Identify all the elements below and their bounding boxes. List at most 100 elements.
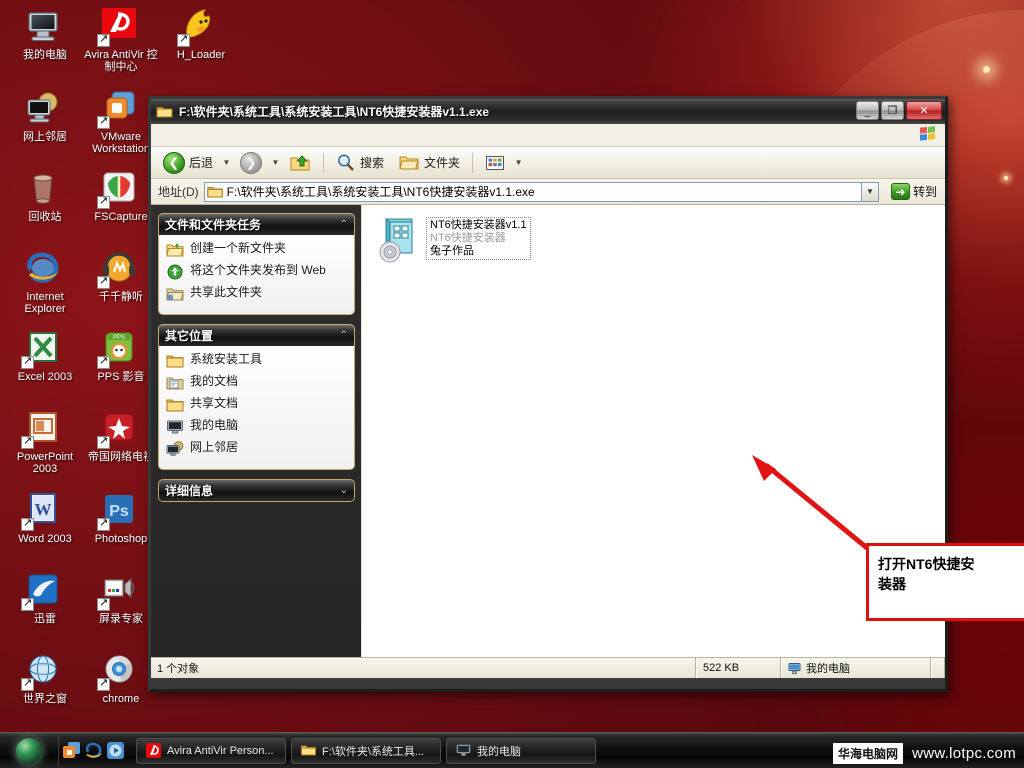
share-folder-icon (166, 286, 184, 302)
back-button[interactable]: ❮ 后退 (157, 148, 219, 178)
toolbar-separator-2 (472, 152, 474, 173)
task-link[interactable]: 共享此文件夹 (166, 285, 348, 302)
address-value: F:\软件夹\系统工具\系统安装工具\NT6快捷安装器v1.1.exe (226, 185, 535, 199)
recycle-bin-icon (23, 168, 67, 208)
my-computer-icon (166, 419, 184, 435)
desktop-icon-internet-explorer-icon[interactable]: Internet Explorer (6, 248, 84, 315)
file-name: NT6快捷安装器v1.1 (430, 219, 527, 231)
status-location-label: 我的电脑 (806, 663, 850, 675)
desktop-icon-network-places-icon[interactable]: 网上邻居 (6, 88, 84, 143)
ql-internet-explorer-icon[interactable] (84, 741, 103, 760)
up-button[interactable] (283, 149, 317, 177)
taskbar-item-label: Avira AntiVir Person... (167, 744, 274, 757)
taskbar-item-my-computer[interactable]: 我的电脑 (446, 737, 596, 764)
search-button[interactable]: 搜索 (330, 149, 390, 176)
status-bar: 1 个对象 522 KB 我的电脑 (151, 657, 945, 678)
status-object-count: 1 个对象 (151, 658, 696, 678)
shortcut-overlay-icon (21, 516, 34, 531)
task-group-header[interactable]: 详细信息 ⌄ (159, 480, 354, 501)
file-list-area[interactable]: NT6快捷安装器v1.1 NT6快捷安装器 兔子作品 打开NT6快捷安 装器 (361, 205, 1024, 657)
theworld-browser-icon (21, 650, 67, 691)
desktop-icon-my-computer-icon[interactable]: 我的电脑 (6, 6, 84, 61)
watermark: 华海电脑网 www.lotpc.com (833, 741, 1024, 765)
search-icon (336, 153, 356, 172)
file-description: NT6快捷安装器 (430, 232, 506, 244)
task-group-title: 文件和文件夹任务 (165, 218, 262, 232)
desktop-icon-powerpoint-icon[interactable]: PowerPoint 2003 (6, 408, 84, 475)
file-item[interactable]: NT6快捷安装器v1.1 NT6快捷安装器 兔子作品 (376, 217, 531, 263)
resize-grip[interactable] (931, 658, 945, 678)
desktop-icon-label: Word 2003 (18, 533, 72, 545)
views-button[interactable] (479, 150, 511, 176)
desktop-icon-thunder-icon[interactable]: 迅雷 (6, 570, 84, 625)
task-link[interactable]: 网上邻居 (166, 440, 348, 457)
desktop-icon-word-icon[interactable]: W Word 2003 (6, 490, 84, 545)
forward-button[interactable]: ❯ (234, 148, 268, 178)
desktop-icon-h-loader-icon[interactable]: H_Loader (162, 6, 240, 61)
task-group-other-places: 其它位置 ⌃ 系统安装工具 我的文档共享文档我的电脑网上邻居 (158, 324, 355, 470)
back-label: 后退 (189, 156, 214, 170)
desktop-icon-label: Avira AntiVir 控制中心 (84, 49, 158, 73)
h-loader-icon (177, 6, 223, 47)
background-sparkle-3 (1004, 176, 1008, 180)
close-button[interactable]: ✕ (906, 101, 942, 120)
forward-arrow-icon: ❯ (240, 151, 263, 174)
chevron-up-icon[interactable]: ⌃ (340, 330, 348, 341)
address-dropdown-caret[interactable]: ▼ (861, 181, 879, 202)
folders-label: 文件夹 (424, 156, 461, 170)
taskbar-item-explorer[interactable]: F:\软件夹\系统工具... (291, 737, 441, 764)
chevron-up-icon[interactable]: ⌃ (340, 219, 348, 230)
photoshop-icon: Ps (97, 490, 143, 531)
task-link-label: 网上邻居 (190, 440, 239, 454)
back-dropdown-caret[interactable]: ▼ (221, 158, 232, 167)
background-sparkle-1 (983, 66, 990, 73)
folder-icon (166, 353, 184, 369)
forward-dropdown-caret[interactable]: ▼ (270, 158, 281, 167)
task-link[interactable]: 我的电脑 (166, 418, 348, 435)
task-group-header[interactable]: 其它位置 ⌃ (159, 325, 354, 346)
task-link-label: 共享此文件夹 (190, 285, 263, 299)
fscapture-icon (97, 168, 143, 209)
desktop-icon-avira-icon[interactable]: Avira AntiVir 控制中心 (82, 6, 160, 73)
desktop-icon-excel-icon[interactable]: Excel 2003 (6, 328, 84, 383)
explorer-window: F:\软件夹\系统工具\系统安装工具\NT6快捷安装器v1.1.exe _ ❐ … (148, 96, 1024, 692)
file-author: 兔子作品 (430, 245, 474, 257)
start-button[interactable] (0, 733, 58, 768)
chevron-down-icon[interactable]: ⌄ (340, 485, 348, 496)
shortcut-overlay-icon (97, 194, 110, 209)
ql-media-icon[interactable] (106, 741, 125, 760)
task-link-label: 将这个文件夹发布到 Web (190, 263, 326, 277)
menu-bar (151, 124, 945, 147)
address-input[interactable]: F:\软件夹\系统工具\系统安装工具\NT6快捷安装器v1.1.exe (203, 181, 862, 202)
watermark-tag: 华海电脑网 (833, 742, 904, 764)
taskbar-item-avira[interactable]: Avira AntiVir Person... (136, 737, 286, 764)
ql-vmware-icon[interactable] (62, 741, 81, 760)
desktop-icon-theworld-browser-icon[interactable]: 世界之窗 (6, 650, 84, 705)
minimize-button[interactable]: _ (856, 101, 879, 120)
maximize-button[interactable]: ❐ (881, 101, 904, 120)
go-button[interactable]: ➜ 转到 (887, 182, 941, 201)
folders-button[interactable]: 文件夹 (392, 149, 466, 176)
desktop-icon-recycle-bin-icon[interactable]: 回收站 (6, 168, 84, 223)
avira-small-icon (146, 743, 161, 758)
annotation-text-line1: 打开NT6快捷安 (878, 556, 975, 572)
window-title-bar[interactable]: F:\软件夹\系统工具\系统安装工具\NT6快捷安装器v1.1.exe _ ❐ … (151, 99, 945, 124)
task-group-title: 其它位置 (165, 329, 214, 343)
task-link[interactable]: 创建一个新文件夹 (166, 241, 348, 258)
task-group-details: 详细信息 ⌄ (158, 479, 355, 502)
task-link[interactable]: 系统安装工具 (166, 352, 348, 369)
svg-text:PPS: PPS (113, 335, 125, 341)
shortcut-overlay-icon (97, 596, 110, 611)
task-link[interactable]: 共享文档 (166, 396, 348, 413)
task-link[interactable]: 我的文档 (166, 374, 348, 391)
task-link[interactable]: 将这个文件夹发布到 Web (166, 263, 348, 280)
task-group-header[interactable]: 文件和文件夹任务 ⌃ (159, 214, 354, 235)
taskbar-item-label: F:\软件夹\系统工具... (322, 745, 425, 758)
excel-icon (21, 328, 67, 369)
views-dropdown-caret[interactable]: ▼ (513, 158, 524, 167)
watermark-url: www.lotpc.com (912, 744, 1016, 762)
network-places-icon (166, 441, 184, 457)
desktop-icon-label: PowerPoint 2003 (16, 451, 74, 475)
desktop-icon-label: 我的电脑 (23, 49, 67, 61)
task-link-label: 我的电脑 (190, 418, 239, 432)
